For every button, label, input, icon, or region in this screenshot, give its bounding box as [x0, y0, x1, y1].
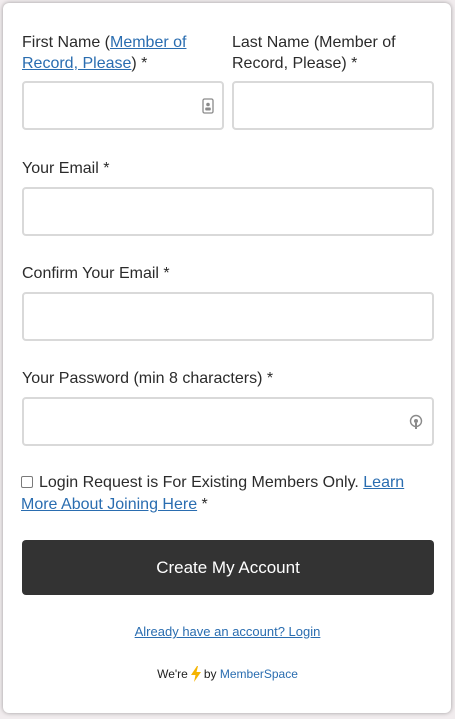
first-name-label-suffix: ) * [131, 55, 148, 72]
powered-by-word: by [203, 667, 217, 681]
login-link-row: Already have an account? Login [0, 624, 455, 639]
confirm-email-input[interactable] [24, 294, 432, 339]
email-input[interactable] [24, 189, 432, 234]
first-name-label-prefix: First Name ( [22, 34, 110, 51]
last-name-input[interactable] [234, 83, 432, 128]
powered-by: We're by MemberSpace [0, 666, 455, 682]
first-name-field[interactable] [22, 81, 224, 130]
contact-card-icon[interactable] [200, 98, 216, 114]
first-name-input[interactable] [24, 83, 222, 128]
confirm-email-field[interactable] [22, 292, 434, 341]
memberspace-link[interactable]: MemberSpace [220, 667, 298, 681]
password-input[interactable] [24, 399, 432, 444]
confirm-email-label: Confirm Your Email * [22, 265, 170, 282]
terms-row: Login Request is For Existing Members On… [21, 472, 431, 516]
email-label: Your Email * [22, 160, 110, 177]
password-manager-icon[interactable] [408, 414, 424, 430]
terms-text: Login Request is For Existing Members On… [39, 474, 364, 491]
password-label: Your Password (min 8 characters) * [22, 370, 274, 387]
create-account-button[interactable]: Create My Account [22, 540, 434, 595]
terms-checkbox[interactable] [21, 476, 33, 488]
terms-required-mark: * [197, 496, 208, 513]
login-link[interactable]: Already have an account? Login [135, 624, 321, 639]
password-field[interactable] [22, 397, 434, 446]
lightning-bolt-icon [190, 666, 202, 682]
first-name-label: First Name (Member of Record, Please) * [22, 32, 212, 74]
last-name-label: Last Name (Member of Record, Please) * [232, 34, 396, 72]
last-name-field[interactable] [232, 81, 434, 130]
powered-prefix: We're [157, 667, 188, 681]
email-field[interactable] [22, 187, 434, 236]
